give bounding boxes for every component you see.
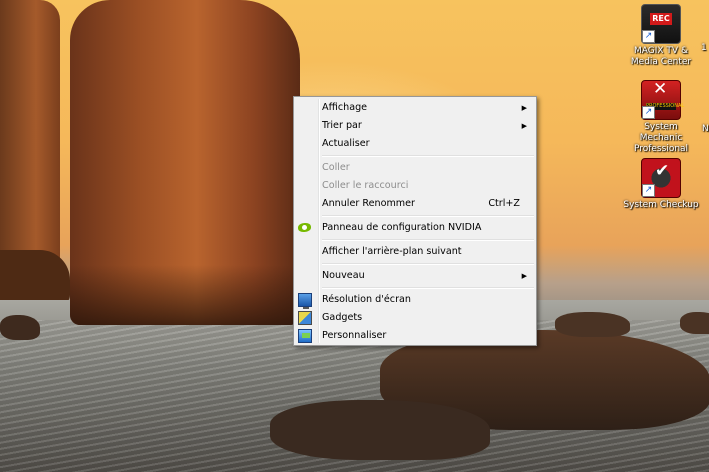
shortcut-arrow-icon: ↗	[642, 30, 655, 43]
menu-item-label: Gadgets	[322, 312, 363, 323]
menu-item-label: Coller	[322, 162, 350, 173]
desktop-icon-system-mechanic[interactable]: ✕ PROFESSIONAL ↗ System Mechanic Profess…	[622, 80, 700, 155]
menu-item-coller: Coller	[294, 159, 536, 177]
menu-item-trier-par[interactable]: Trier par ▶	[294, 117, 536, 135]
desktop-icon-label: System Mechanic	[639, 122, 683, 143]
shortcut-arrow-icon: ↗	[642, 184, 655, 197]
system-checkup-icon: ✔ ↗	[641, 158, 681, 198]
menu-item-gadgets[interactable]: Gadgets	[294, 309, 536, 327]
menu-item-nvidia-panel[interactable]: Panneau de configuration NVIDIA	[294, 219, 536, 237]
shortcut-arrow-icon: ↗	[642, 106, 655, 119]
desktop-icon-label: System Checkup	[623, 200, 699, 210]
menu-item-label: Trier par	[322, 120, 362, 131]
personalize-icon	[298, 329, 312, 343]
desktop-context-menu: Affichage ▶ Trier par ▶ Actualiser Colle…	[293, 96, 537, 346]
checkmark-icon: ✔	[655, 161, 670, 181]
menu-item-next-background[interactable]: Afficher l'arrière-plan suivant	[294, 243, 536, 261]
desktop-edge-label: N	[702, 124, 709, 134]
menu-item-personnaliser[interactable]: Personnaliser	[294, 327, 536, 345]
desktop-icon-label: Professional	[633, 144, 689, 154]
menu-item-annuler-renommer[interactable]: Annuler Renommer Ctrl+Z	[294, 195, 536, 213]
screen-resolution-icon	[298, 293, 312, 309]
menu-separator	[322, 155, 534, 157]
menu-item-label: Affichage	[322, 102, 368, 113]
menu-item-actualiser[interactable]: Actualiser	[294, 135, 536, 153]
wallpaper-rock-pillar	[70, 0, 300, 325]
menu-item-label: Résolution d'écran	[322, 294, 411, 305]
desktop-icon-magix-tv[interactable]: REC ↗ MAGIX TV & Media Center	[622, 4, 700, 68]
submenu-arrow-icon: ▶	[521, 104, 527, 112]
submenu-arrow-icon: ▶	[521, 122, 527, 130]
wallpaper-reef	[0, 315, 40, 340]
magix-tv-icon: REC ↗	[641, 4, 681, 44]
wallpaper-reef	[680, 312, 709, 334]
menu-item-coller-raccourci: Coller le raccourci	[294, 177, 536, 195]
menu-item-label: Annuler Renommer	[322, 198, 415, 209]
menu-shortcut-key: Ctrl+Z	[488, 198, 520, 209]
menu-item-affichage[interactable]: Affichage ▶	[294, 99, 536, 117]
menu-item-label: Afficher l'arrière-plan suivant	[322, 246, 462, 257]
menu-item-label: Actualiser	[322, 138, 370, 149]
menu-item-label: Personnaliser	[322, 330, 387, 341]
menu-item-label: Coller le raccourci	[322, 180, 409, 191]
desktop-icon-label: MAGIX TV &	[634, 46, 688, 56]
menu-item-label: Panneau de configuration NVIDIA	[322, 222, 482, 233]
menu-separator	[322, 215, 534, 217]
desktop-icon-system-checkup[interactable]: ✔ ↗ System Checkup	[622, 158, 700, 211]
menu-separator	[322, 287, 534, 289]
desktop-icon-label: Media Center	[630, 57, 692, 67]
wallpaper-reef	[555, 312, 630, 337]
system-mechanic-icon: ✕ PROFESSIONAL ↗	[641, 79, 684, 120]
wrench-cross-icon: ✕	[653, 79, 668, 99]
menu-separator	[322, 239, 534, 241]
menu-item-nouveau[interactable]: Nouveau ▶	[294, 267, 536, 285]
wallpaper-left-cliff-base	[0, 250, 70, 305]
menu-separator	[322, 263, 534, 265]
menu-item-label: Nouveau	[322, 270, 365, 281]
menu-item-screen-resolution[interactable]: Résolution d'écran	[294, 291, 536, 309]
nvidia-icon	[298, 223, 311, 232]
rec-badge: REC	[650, 13, 672, 25]
gadgets-icon	[298, 311, 312, 325]
desktop-edge-label: 1	[701, 43, 707, 53]
submenu-arrow-icon: ▶	[521, 272, 527, 280]
wallpaper-reef	[270, 400, 490, 460]
